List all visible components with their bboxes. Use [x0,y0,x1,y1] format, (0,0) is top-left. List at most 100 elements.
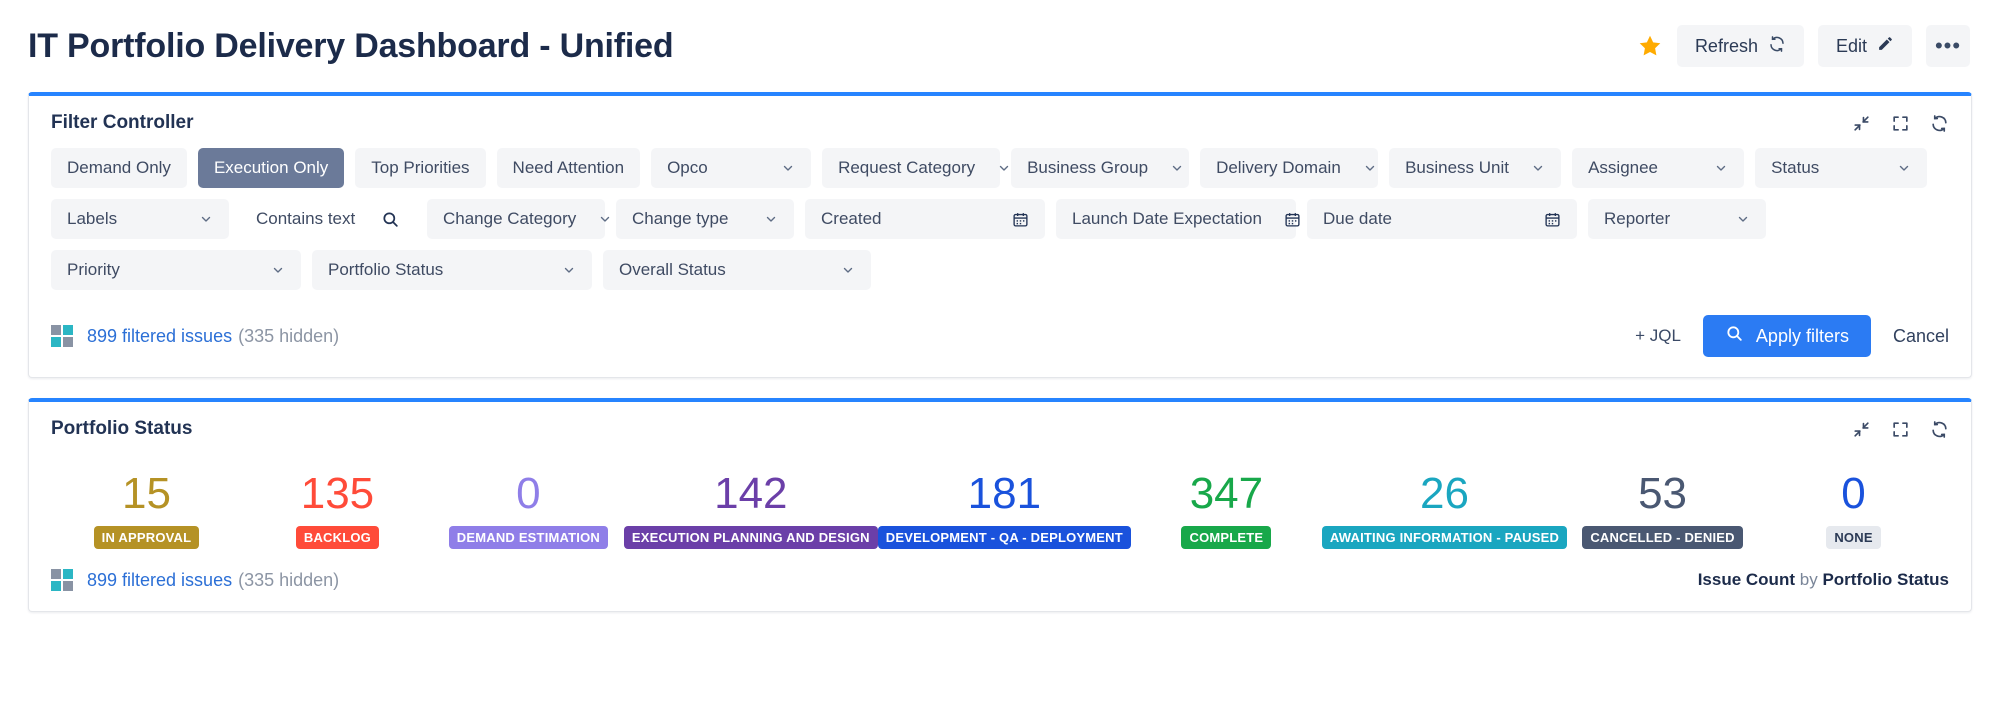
filter-controller-card: Filter Controller [28,92,1972,378]
metric-complete[interactable]: 347COMPLETE [1131,472,1322,549]
filter-controller-header-icons [1852,114,1949,133]
filter-created-date[interactable]: Created [805,199,1045,239]
portfolio-status-card: Portfolio Status 15IN APPROVAL 135 [28,398,1972,612]
filter-business-group-dropdown[interactable]: Business Group [1011,148,1189,188]
filter-request-category-dropdown[interactable]: Request Category [822,148,1000,188]
star-icon[interactable] [1637,33,1663,59]
chevron-down-icon [576,212,612,226]
chart-caption-metric: Issue Count [1698,570,1795,589]
metric-label: CANCELLED - DENIED [1582,526,1742,549]
chip-label: Need Attention [513,158,625,178]
metric-value: 0 [516,472,540,516]
metric-development-qa-deployment[interactable]: 181DEVELOPMENT - QA - DEPLOYMENT [878,472,1131,549]
chip-label: Labels [67,209,117,229]
hidden-issues-count: (335 hidden) [238,570,339,591]
filter-business-unit-dropdown[interactable]: Business Unit [1389,148,1561,188]
chart-caption-wrap: Issue Count by Portfolio Status [1698,570,1949,590]
chip-label: Portfolio Status [328,260,443,280]
filtered-issues-count[interactable]: 899 filtered issues [87,570,232,591]
filter-due-date[interactable]: Due date [1307,199,1577,239]
filter-execution-only[interactable]: Execution Only [198,148,344,188]
filter-portfolio-status-dropdown[interactable]: Portfolio Status [312,250,592,290]
chevron-down-icon [1875,161,1911,175]
portfolio-status-header: Portfolio Status [29,402,1971,444]
chevron-down-icon [1509,161,1545,175]
metric-value: 347 [1190,472,1263,516]
metric-awaiting-information-paused[interactable]: 26 AWAITING INFORMATION - PAUSED [1322,472,1567,549]
chevron-down-icon [1148,161,1184,175]
filter-priority-dropdown[interactable]: Priority [51,250,301,290]
edit-button-label: Edit [1836,36,1867,57]
chip-label: Priority [67,260,120,280]
refresh-icon [1768,35,1786,58]
metric-none[interactable]: 0NONE [1758,472,1949,549]
filter-row: Demand Only Execution Only Top Prioritie… [51,148,1949,188]
refresh-icon[interactable] [1930,114,1949,133]
chevron-down-icon [249,263,285,277]
metric-value: 181 [968,472,1041,516]
metric-value: 135 [301,472,374,516]
metric-in-approval[interactable]: 15IN APPROVAL [51,472,242,549]
chip-label: Due date [1323,209,1392,229]
portfolio-status-metrics: 15IN APPROVAL135BACKLOG0DEMAND ESTIMATIO… [29,444,1971,555]
filtered-issues-count[interactable]: 899 filtered issues [87,326,232,347]
chip-label: Reporter [1604,209,1670,229]
refresh-button-label: Refresh [1695,36,1758,57]
chip-label: Change Category [443,209,576,229]
metric-value: 15 [122,472,171,516]
cancel-button[interactable]: Cancel [1893,326,1949,347]
chip-label: Assignee [1588,158,1658,178]
chip-label: Change type [632,209,728,229]
chevron-down-icon [1714,212,1750,226]
filter-opco-dropdown[interactable]: Opco [651,148,811,188]
filter-top-priorities[interactable]: Top Priorities [355,148,485,188]
metric-label: AWAITING INFORMATION - PAUSED [1322,526,1567,549]
metric-value: 53 [1638,472,1687,516]
chevron-down-icon [540,263,576,277]
filter-launch-date-expectation[interactable]: Launch Date Expectation [1056,199,1296,239]
chip-label: Demand Only [67,158,171,178]
filter-change-type-dropdown[interactable]: Change type [616,199,794,239]
collapse-icon[interactable] [1852,114,1871,133]
filter-demand-only[interactable]: Demand Only [51,148,187,188]
calendar-icon[interactable] [1522,211,1561,228]
apply-filters-button[interactable]: Apply filters [1703,315,1871,357]
refresh-icon[interactable] [1930,420,1949,439]
filter-assignee-dropdown[interactable]: Assignee [1572,148,1744,188]
search-input[interactable]: Contains text [240,199,416,239]
filter-controller-header: Filter Controller [29,96,1971,138]
filter-chip-rows: Demand Only Execution Only Top Prioritie… [29,138,1971,290]
edit-button[interactable]: Edit [1818,25,1912,67]
metric-execution-planning-and-design[interactable]: 142EXECUTION PLANNING AND DESIGN [624,472,878,549]
fullscreen-icon[interactable] [1891,420,1910,439]
metric-value: 26 [1420,472,1469,516]
filter-row: Priority Portfolio Status Overall Status [51,250,1949,290]
filter-reporter-dropdown[interactable]: Reporter [1588,199,1766,239]
more-options-button[interactable]: ••• [1926,25,1970,67]
fullscreen-icon[interactable] [1891,114,1910,133]
chip-label: Execution Only [214,158,328,178]
chip-label: Launch Date Expectation [1072,209,1262,229]
metric-demand-estimation[interactable]: 0DEMAND ESTIMATION [433,472,624,549]
filter-labels-dropdown[interactable]: Labels [51,199,229,239]
chip-label: Business Unit [1405,158,1509,178]
calendar-icon[interactable] [1262,211,1301,228]
search-input-placeholder: Contains text [256,209,355,229]
calendar-icon[interactable] [990,211,1029,228]
chevron-down-icon [1341,161,1377,175]
filter-status-dropdown[interactable]: Status [1755,148,1927,188]
metric-backlog[interactable]: 135BACKLOG [242,472,433,549]
metric-value: 142 [714,472,787,516]
search-icon[interactable] [359,210,400,229]
metric-cancelled-denied[interactable]: 53 CANCELLED - DENIED [1567,472,1758,549]
refresh-button[interactable]: Refresh [1677,25,1804,67]
chevron-down-icon [975,161,1011,175]
filter-need-attention[interactable]: Need Attention [497,148,641,188]
filter-overall-status-dropdown[interactable]: Overall Status [603,250,871,290]
filter-delivery-domain-dropdown[interactable]: Delivery Domain [1200,148,1378,188]
filter-change-category-dropdown[interactable]: Change Category [427,199,605,239]
add-jql-button[interactable]: + JQL [1635,326,1681,346]
collapse-icon[interactable] [1852,420,1871,439]
chart-caption-dimension: Portfolio Status [1822,570,1949,589]
jira-issues-icon [51,325,73,347]
